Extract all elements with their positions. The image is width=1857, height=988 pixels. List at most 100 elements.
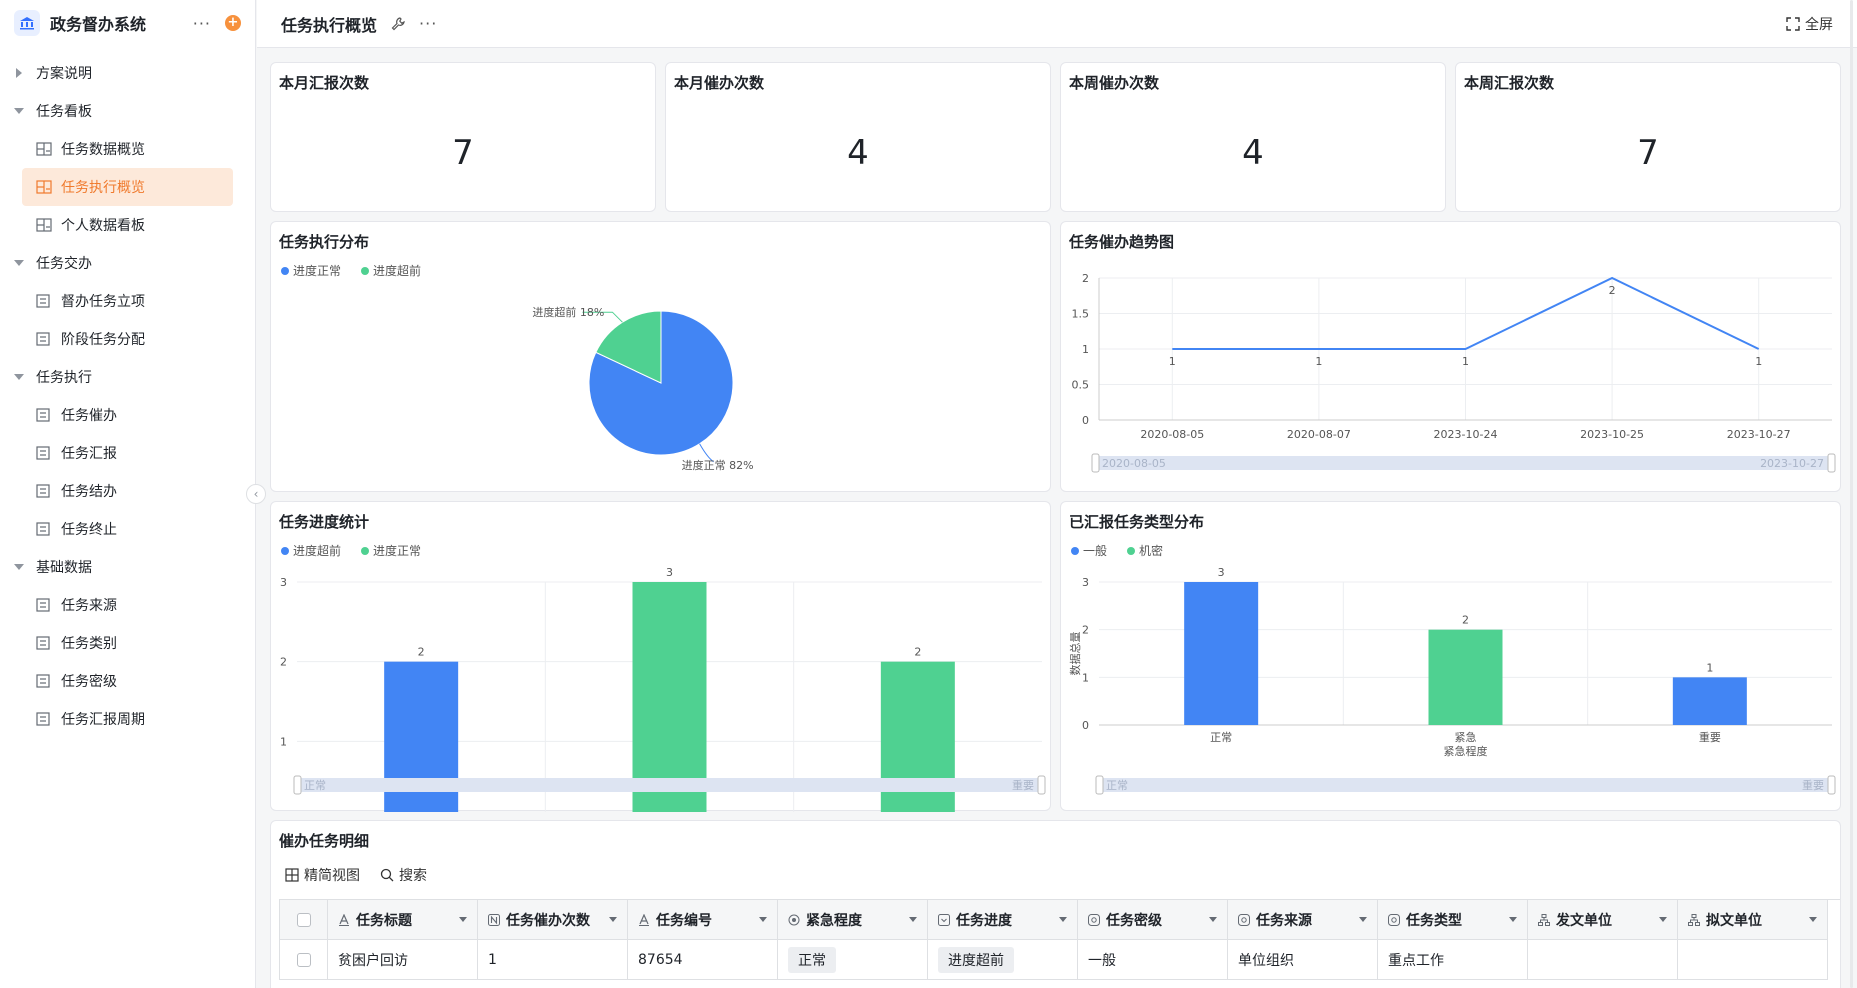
dashboard-icon bbox=[36, 218, 52, 232]
sidebar-item[interactable]: 任务汇报周期 bbox=[22, 700, 233, 738]
range-slider-handle-start bbox=[1095, 775, 1104, 795]
collapse-sidebar-button[interactable]: ‹ bbox=[246, 484, 266, 504]
fullscreen-label: 全屏 bbox=[1805, 17, 1833, 33]
table-cell[interactable]: 1 bbox=[478, 940, 628, 980]
sidebar-item-label: 任务汇报周期 bbox=[61, 712, 145, 728]
table-cell[interactable]: 正常 bbox=[778, 940, 928, 980]
sidebar-group[interactable]: 基础数据 bbox=[0, 548, 255, 586]
view-switch-button[interactable]: 精简视图 bbox=[285, 865, 360, 885]
column-header-label: 发文单位 bbox=[1556, 912, 1612, 929]
search-icon bbox=[380, 868, 394, 882]
x-tick-label: 紧急 bbox=[1455, 730, 1477, 744]
sidebar-item-label: 任务执行概览 bbox=[61, 180, 145, 196]
range-slider-end-label: 重要 bbox=[1012, 778, 1034, 792]
sidebar-item-label: 阶段任务分配 bbox=[61, 332, 145, 348]
more-icon[interactable]: ··· bbox=[193, 14, 211, 33]
sidebar-item-label: 任务终止 bbox=[61, 522, 117, 538]
sidebar-item[interactable]: 任务结办 bbox=[22, 472, 233, 510]
chevron-down-icon[interactable] bbox=[609, 917, 617, 922]
sidebar-item[interactable]: 任务汇报 bbox=[22, 434, 233, 472]
sidebar-item[interactable]: 任务数据概览 bbox=[22, 130, 233, 168]
chevron-down-icon[interactable] bbox=[459, 917, 467, 922]
search-button[interactable]: 搜索 bbox=[380, 865, 427, 885]
column-header[interactable]: 紧急程度 bbox=[778, 900, 928, 940]
add-icon[interactable]: + bbox=[225, 15, 241, 31]
column-header[interactable]: 拟文单位 bbox=[1678, 900, 1828, 940]
table-cell[interactable]: 进度超前 bbox=[928, 940, 1078, 980]
table-cell[interactable]: 87654 bbox=[628, 940, 778, 980]
column-header[interactable]: 任务催办次数 bbox=[478, 900, 628, 940]
text-icon bbox=[338, 913, 350, 926]
more-icon[interactable]: ··· bbox=[419, 14, 437, 33]
caret-down-icon[interactable] bbox=[14, 564, 24, 570]
sidebar-group[interactable]: 方案说明 bbox=[0, 54, 255, 92]
row-checkbox[interactable] bbox=[280, 940, 328, 980]
table-cell[interactable]: 贫困户回访 bbox=[328, 940, 478, 980]
chevron-down-icon[interactable] bbox=[1659, 917, 1667, 922]
table-cell[interactable]: 一般 bbox=[1078, 940, 1228, 980]
sidebar-item-label: 任务看板 bbox=[36, 104, 92, 120]
chevron-down-icon[interactable] bbox=[1059, 917, 1067, 922]
table-row[interactable]: 贫困户回访 1 87654 正常 进度超前 一般 单位组织 重点工作 bbox=[280, 940, 1840, 980]
sidebar-group[interactable]: 任务执行 bbox=[0, 358, 255, 396]
sidebar-group[interactable]: 任务看板 bbox=[0, 92, 255, 130]
bar-chart: 01233正常2紧急1重要紧急程度数据总量正常 重要 bbox=[1068, 566, 1836, 795]
y-tick-label: 0 bbox=[1082, 719, 1089, 732]
table-toolbar: 精简视图 搜索 bbox=[285, 865, 447, 885]
column-header[interactable]: 任务来源 bbox=[1228, 900, 1378, 940]
table-cell[interactable]: 重点工作 bbox=[1378, 940, 1528, 980]
column-header-label: 任务催办次数 bbox=[506, 912, 590, 929]
column-header[interactable]: 任务进度 bbox=[928, 900, 1078, 940]
pie-chart: 进度正常 82% 进度超前 18% bbox=[532, 305, 754, 472]
sidebar: 政务督办系统 ··· + 方案说明 任务看板 任务数据概览 任务执行概览 个人数据看板任… bbox=[0, 0, 256, 988]
table-header-row: 任务标题 任务催办次数 任务编号 紧急程度 任务进度 任务密级 任务来源 任务类型 发文单位 拟文… bbox=[280, 900, 1840, 940]
sidebar-item[interactable]: 个人数据看板 bbox=[22, 206, 233, 244]
caret-down-icon[interactable] bbox=[14, 260, 24, 266]
sidebar-item[interactable]: 任务类别 bbox=[22, 624, 233, 662]
bar bbox=[1672, 677, 1747, 725]
table-cell[interactable] bbox=[1678, 940, 1828, 980]
column-header[interactable]: 任务类型 bbox=[1378, 900, 1528, 940]
chevron-down-icon[interactable] bbox=[1509, 917, 1517, 922]
chevron-down-icon[interactable] bbox=[1359, 917, 1367, 922]
column-header[interactable]: 任务编号 bbox=[628, 900, 778, 940]
caret-right-icon[interactable] bbox=[14, 68, 24, 78]
chevron-down-icon[interactable] bbox=[909, 917, 917, 922]
pie-data-label: 进度正常 82% bbox=[682, 458, 754, 472]
column-header[interactable]: 任务密级 bbox=[1078, 900, 1228, 940]
sidebar-item[interactable]: 任务终止 bbox=[22, 510, 233, 548]
view-label: 精简视图 bbox=[304, 868, 360, 884]
chevron-down-icon[interactable] bbox=[759, 917, 767, 922]
form-icon bbox=[36, 408, 52, 422]
form-icon bbox=[36, 446, 52, 460]
sidebar-item[interactable]: 任务执行概览 bbox=[22, 168, 233, 206]
column-header-label: 紧急程度 bbox=[806, 912, 862, 929]
sidebar-item[interactable]: 任务催办 bbox=[22, 396, 233, 434]
column-header-label: 任务编号 bbox=[656, 912, 712, 929]
column-header[interactable]: 任务标题 bbox=[328, 900, 478, 940]
y-tick-label: 0.5 bbox=[1072, 379, 1090, 392]
number-icon bbox=[488, 913, 500, 926]
sidebar-group[interactable]: 任务交办 bbox=[0, 244, 255, 282]
fullscreen-button[interactable]: 全屏 bbox=[1786, 14, 1833, 34]
caret-down-icon[interactable] bbox=[14, 108, 24, 114]
sidebar-item[interactable]: 任务密级 bbox=[22, 662, 233, 700]
select-all-checkbox[interactable] bbox=[280, 900, 328, 940]
wrench-icon[interactable] bbox=[391, 16, 405, 31]
chevron-down-icon[interactable] bbox=[1809, 917, 1817, 922]
table-cell[interactable]: 单位组织 bbox=[1228, 940, 1378, 980]
x-tick-label: 正常 bbox=[1210, 731, 1232, 744]
caret-down-icon[interactable] bbox=[14, 374, 24, 380]
chevron-down-icon[interactable] bbox=[1209, 917, 1217, 922]
table-cell[interactable] bbox=[1528, 940, 1678, 980]
sidebar-item[interactable]: 任务来源 bbox=[22, 586, 233, 624]
sidebar-item-label: 任务交办 bbox=[36, 256, 92, 272]
chart-card-progress-stats: 任务进度统计 进度超前 进度正常 01232正常3紧急2重要正常重要 bbox=[270, 501, 1051, 812]
page-scrollbar[interactable] bbox=[1849, 0, 1855, 988]
data-table: 任务标题 任务催办次数 任务编号 紧急程度 任务进度 任务密级 任务来源 任务类型 发文单位 拟文… bbox=[279, 899, 1840, 980]
sidebar-item[interactable]: 阶段任务分配 bbox=[22, 320, 233, 358]
column-header[interactable]: 发文单位 bbox=[1528, 900, 1678, 940]
dashboard-icon bbox=[36, 142, 52, 156]
sidebar-item-label: 任务汇报 bbox=[61, 446, 117, 462]
sidebar-item[interactable]: 督办任务立项 bbox=[22, 282, 233, 320]
